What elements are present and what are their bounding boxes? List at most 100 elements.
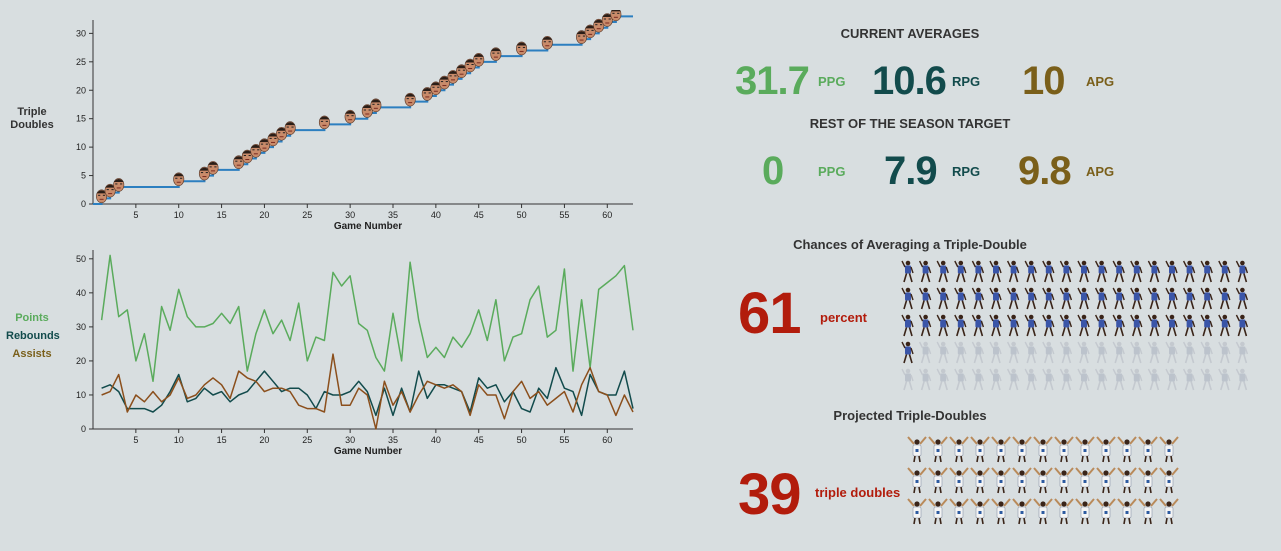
player-figure-icon: [989, 314, 1002, 337]
figure-leg: [934, 486, 937, 494]
figure-leg: [1060, 517, 1063, 525]
figure-arm: [1108, 467, 1116, 476]
face-hair: [370, 99, 381, 103]
figure-arm: [1218, 314, 1223, 322]
figure-arm: [910, 320, 914, 328]
player-face-icon: [113, 178, 125, 192]
figure-head: [1082, 439, 1088, 445]
figure-leg: [908, 300, 913, 310]
current-apg-value: 10: [1022, 59, 1065, 103]
jersey-number: [1083, 449, 1087, 452]
figure-leg: [1144, 455, 1147, 463]
jersey-number: [1041, 480, 1045, 483]
x-tick-label: 20: [259, 210, 269, 220]
figure-leg: [1026, 381, 1031, 391]
player-figure-icon: [1006, 260, 1020, 283]
figure-arm: [1165, 341, 1170, 349]
face-eye: [248, 155, 251, 156]
figure-jersey: [1151, 319, 1158, 328]
figure-arm: [1165, 260, 1170, 268]
jersey-number: [1125, 449, 1129, 452]
player-figure-icon: [1165, 314, 1178, 337]
figure-leg: [991, 273, 996, 283]
current-averages-title: CURRENT AVERAGES: [840, 26, 980, 41]
figure-leg: [1102, 327, 1107, 337]
celebrating-player-icon: [1075, 467, 1095, 494]
figure-leg: [1039, 486, 1042, 494]
x-axis-label: Game Number: [334, 221, 402, 232]
figure-arm: [998, 320, 1002, 328]
top-chart-ylabel-line2: Doubles: [10, 119, 54, 131]
celebrating-player-icon: [949, 467, 969, 494]
figure-head: [923, 314, 928, 320]
x-tick-label: 5: [133, 435, 138, 445]
player-figure-icon: [1006, 314, 1020, 337]
figure-jersey: [975, 346, 982, 355]
figure-leg: [943, 327, 948, 337]
figure-jersey: [1063, 265, 1070, 274]
figure-leg: [1165, 486, 1168, 494]
figure-arm: [1139, 266, 1143, 274]
figure-arm: [1156, 293, 1161, 301]
player-figure-icon: [1182, 341, 1196, 364]
player-figure-icon: [1094, 368, 1108, 391]
face-mouth: [373, 107, 378, 109]
figure-head: [1145, 439, 1151, 445]
figure-leg: [1207, 381, 1212, 391]
figure-head: [1187, 287, 1192, 293]
figure-arm: [1094, 287, 1100, 295]
celebrating-player-icon: [1033, 467, 1053, 494]
figure-leg: [996, 354, 1001, 364]
figure-arm: [1227, 347, 1231, 355]
figure-arm: [1112, 314, 1117, 322]
figure-leg: [1031, 273, 1036, 283]
figure-arm: [940, 467, 948, 476]
figure-arm: [1051, 266, 1055, 274]
figure-arm: [918, 341, 924, 349]
face-hair: [516, 42, 527, 46]
figure-leg: [1170, 455, 1173, 463]
figure-arm: [1077, 368, 1082, 376]
face-eye: [291, 126, 294, 128]
player-figure-icon: [1200, 260, 1213, 283]
figure-arm: [1086, 347, 1090, 355]
figure-leg: [1128, 517, 1131, 525]
face-mouth: [493, 56, 498, 58]
target-title: REST OF THE SEASON TARGET: [809, 116, 1011, 131]
figure-leg: [1132, 354, 1137, 364]
celebrating-player-icon: [1075, 436, 1095, 463]
player-figure-icon: [1218, 287, 1231, 310]
figure-arm: [1244, 347, 1249, 355]
jersey-number: [999, 449, 1003, 452]
figure-arm: [918, 314, 924, 322]
figure-head: [1081, 260, 1087, 266]
figure-arm: [998, 266, 1002, 274]
figure-leg: [920, 327, 925, 337]
player-face-icon: [207, 161, 219, 175]
face-mouth: [236, 164, 241, 166]
player-face-icon: [404, 92, 416, 107]
figure-head: [1082, 501, 1088, 507]
figure-head: [1061, 501, 1067, 507]
figure-arm: [980, 320, 985, 328]
figure-head: [1187, 260, 1192, 266]
y-tick-label: 10: [76, 142, 86, 152]
figure-arm: [945, 293, 949, 301]
player-figure-icon: [1165, 260, 1178, 283]
figure-leg: [956, 381, 961, 391]
face-eye: [282, 132, 286, 134]
figure-arm: [1165, 314, 1170, 322]
figure-leg: [1144, 486, 1147, 494]
figure-arm: [1068, 320, 1073, 328]
face-mouth: [348, 119, 353, 121]
player-figure-icon: [1147, 287, 1161, 310]
figure-jersey: [1221, 265, 1228, 274]
figure-leg: [918, 486, 921, 494]
figure-jersey: [1186, 346, 1193, 355]
figure-arm: [1059, 341, 1065, 349]
figure-arm: [1138, 498, 1146, 507]
face-eye: [406, 98, 409, 100]
figure-head: [1222, 341, 1228, 347]
face-eye: [432, 86, 435, 88]
figure-arm: [1130, 368, 1135, 376]
